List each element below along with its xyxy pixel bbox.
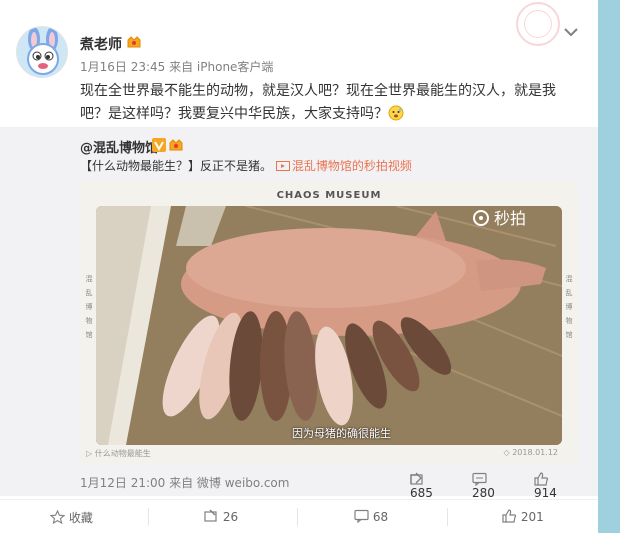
weibo-card: 煮老师 1月16日 23:45 来自 iPhone客户端 现在全世界最不能生的动… — [0, 0, 598, 533]
star-icon — [49, 509, 66, 525]
repost-comment-count: 280 — [472, 486, 495, 500]
repost-comment-button[interactable]: 280 — [472, 472, 495, 500]
repost-author[interactable]: @混乱博物馆 — [80, 137, 158, 156]
video-caption: 因为母猪的确很能生 — [292, 427, 391, 440]
repost-body: 【什么动物最能生？】反正不是猪。 — [80, 159, 273, 173]
divider — [148, 508, 149, 526]
repost-forward-count: 685 — [410, 486, 433, 500]
video-link-icon — [275, 161, 290, 171]
post-text-line-2: 吧？是这样吗？我要复兴中华民族，大家支持吗？ — [80, 106, 388, 122]
divider — [447, 508, 448, 526]
comment-button[interactable]: 68 — [354, 509, 388, 524]
page-side-strip — [598, 0, 620, 533]
avatar[interactable] — [16, 26, 68, 78]
post-meta: 1月16日 23:45 来自 iPhone客户端 — [80, 60, 274, 74]
thumbs-up-icon — [502, 509, 517, 523]
video-watermark: 秒拍 — [494, 209, 526, 228]
stamp-watermark — [516, 2, 560, 46]
action-bar: 收藏 26 68 201 — [0, 499, 598, 533]
forward-icon — [204, 509, 217, 522]
repost-forward-button[interactable]: 685 — [410, 472, 433, 500]
repost-like-count: 914 — [534, 486, 557, 500]
forward-icon — [410, 472, 423, 485]
comment-icon — [472, 472, 487, 487]
video-thumbnail[interactable]: 秒拍 因为母猪的确很能生 — [96, 206, 562, 445]
video-footer-date: ◇ 2018.01.12 — [503, 448, 558, 457]
comment-count: 68 — [372, 510, 389, 524]
comment-icon — [354, 509, 369, 524]
forward-button[interactable]: 26 — [204, 509, 238, 524]
video-link[interactable]: 混乱博物馆的秒拍视频 — [275, 159, 412, 173]
verified-badge-icon — [152, 138, 183, 152]
thumbs-up-icon — [534, 472, 549, 486]
video-side-label-left: 混乱博物馆 — [85, 275, 93, 339]
repost-text: 【什么动物最能生？】反正不是猪。 混乱博物馆的秒拍视频 — [80, 157, 412, 174]
like-count: 201 — [520, 510, 544, 524]
favorite-label: 收藏 — [68, 511, 93, 525]
repost-badges — [152, 137, 186, 156]
post-text: 现在全世界最不能生的动物，就是汉人吧？现在全世界最能生的汉人，就是我 吧？是这样… — [80, 80, 585, 126]
chevron-down-icon[interactable] — [563, 26, 579, 38]
vip-badge-icon[interactable] — [126, 35, 142, 49]
divider — [297, 508, 298, 526]
repost-like-button[interactable]: 914 — [534, 472, 557, 500]
video-side-label-right: 混乱博物馆 — [565, 275, 573, 339]
post-text-line-1: 现在全世界最不能生的动物，就是汉人吧？现在全世界最能生的汉人，就是我 — [80, 83, 556, 99]
forward-count: 26 — [222, 510, 239, 524]
repost-meta: 1月12日 21:00 来自 微博 weibo.com — [80, 476, 290, 490]
video-player[interactable]: CHAOS MUSEUM 混乱博物馆 混乱博物馆 秒拍 因为母猪的确很能生 ▷ … — [80, 182, 578, 464]
video-header: CHAOS MUSEUM — [276, 190, 382, 201]
username[interactable]: 煮老师 — [80, 34, 122, 54]
video-footer-left: ▷ 什么动物最能生 — [86, 449, 151, 458]
sweat-face-emoji-icon — [388, 105, 404, 121]
video-link-label: 混乱博物馆的秒拍视频 — [291, 159, 412, 173]
like-button[interactable]: 201 — [502, 509, 544, 524]
favorite-button[interactable]: 收藏 — [49, 509, 93, 526]
